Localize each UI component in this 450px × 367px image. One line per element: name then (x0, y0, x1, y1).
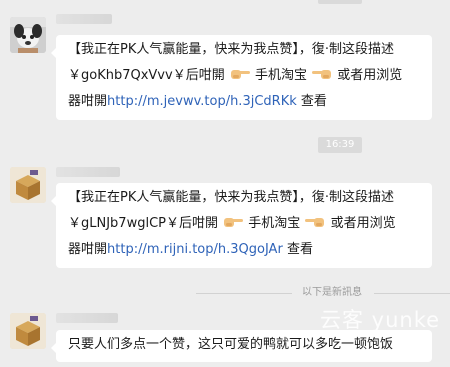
message-link[interactable]: http://m.jevwv.top/h.3jCdRKk (107, 94, 297, 109)
message-bubble[interactable]: 【我正在PK人气赢能量，快来为我点赞】，復·制这段描述 ￥gLNJb7wglCP… (51, 183, 432, 268)
message-text: ￥goKhb7QxVvv￥后咁開 (68, 68, 225, 83)
message-bubble[interactable]: 只要人们多点一个赞，这只可爱的鸭就可以多吃一顿饱饭 (51, 330, 432, 362)
message-line: 【我正在PK人气赢能量，快来为我点赞】，復·制这段描述 (68, 42, 394, 57)
box-avatar-icon (10, 167, 46, 203)
message-line: 器咁開http://m.jevwv.top/h.3jCdRKk 查看 (68, 89, 420, 115)
sender-avatar[interactable] (10, 313, 46, 349)
message-text: 查看 (286, 242, 313, 257)
sender-avatar[interactable] (10, 167, 46, 203)
sender-name-blurred (56, 313, 118, 323)
timestamp-badge: 16:39 (318, 137, 362, 153)
sender-name-blurred (56, 14, 112, 24)
message-text: 手机淘宝 (248, 216, 301, 231)
dog-avatar-icon (10, 17, 46, 53)
message-text: 器咁開 (68, 94, 108, 109)
pointing-right-hand-icon (230, 70, 250, 79)
pointing-left-hand-icon (305, 218, 325, 227)
message-line: ￥goKhb7QxVvv￥后咁開 手机淘宝 或者用浏览 (68, 63, 420, 89)
divider-line-right (374, 293, 450, 294)
message-line: 【我正在PK人气赢能量，快来为我点赞】，復·制这段描述 (68, 190, 394, 205)
message-bubble[interactable]: 【我正在PK人气赢能量，快来为我点赞】，復·制这段描述 ￥goKhb7QxVvv… (51, 35, 432, 120)
message-text: 查看 (300, 94, 327, 109)
message-line: ￥gLNJb7wglCP￥后咁開 手机淘宝 或者用浏览 (68, 211, 420, 237)
message-text: 器咁開 (68, 242, 108, 257)
box-avatar-icon (10, 313, 46, 349)
message-link[interactable]: http://m.rijni.top/h.3QgoJAr (107, 242, 283, 257)
message-text: 或者用浏览 (337, 68, 403, 83)
watermark-logo: 云客 yunke (320, 308, 441, 332)
message-text: 只要人们多点一个赞，这只可爱的鸭就可以多吃一顿饱饭 (68, 337, 394, 352)
sender-name-blurred (56, 167, 120, 177)
sender-avatar[interactable] (10, 17, 46, 53)
previous-timestamp-badge (318, 0, 362, 4)
message-text: ￥gLNJb7wglCP￥后咁開 (68, 216, 218, 231)
message-text: 手机淘宝 (254, 68, 307, 83)
message-line: 器咁開http://m.rijni.top/h.3QgoJAr 查看 (68, 237, 420, 263)
divider-line-left (196, 293, 292, 294)
new-messages-divider: 以下是新訊息 (302, 287, 362, 298)
pointing-left-hand-icon (312, 70, 332, 79)
pointing-right-hand-icon (224, 218, 244, 227)
message-text: 或者用浏览 (330, 216, 396, 231)
